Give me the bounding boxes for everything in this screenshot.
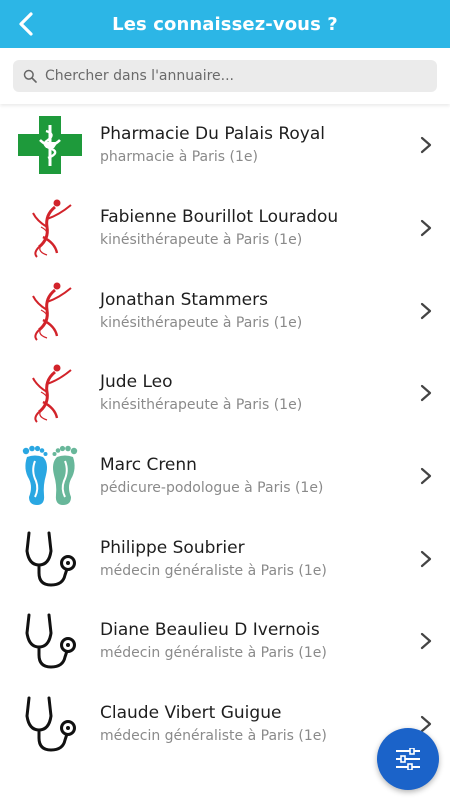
search-bar: [0, 48, 450, 104]
item-subtitle: kinésithérapeute à Paris (1e): [100, 232, 303, 249]
item-subtitle: médecin généraliste à Paris (1e): [100, 645, 327, 662]
directory-list: Pharmacie Du Palais Royal pharmacie à Pa…: [0, 104, 450, 766]
feet-icon: [18, 444, 82, 508]
app-header: Les connaissez-vous ?: [0, 0, 450, 48]
filter-button[interactable]: [377, 728, 439, 790]
item-subtitle: pharmacie à Paris (1e): [100, 149, 258, 166]
item-subtitle: kinésithérapeute à Paris (1e): [100, 314, 303, 331]
list-item[interactable]: Fabienne Bourillot Louradou kinésithérap…: [0, 187, 450, 270]
item-name: Jonathan Stammers: [100, 289, 268, 310]
pharmacy-cross-icon: [18, 113, 82, 177]
list-item[interactable]: Philippe Soubrier médecin généraliste à …: [0, 517, 450, 600]
filter-sliders-icon: [396, 748, 420, 770]
stethoscope-icon: [18, 692, 82, 756]
chevron-right-icon: [420, 219, 432, 237]
item-name: Marc Crenn: [100, 455, 197, 476]
item-name: Jude Leo: [100, 372, 173, 393]
chevron-right-icon: [420, 467, 432, 485]
physio-figure-icon: [18, 279, 82, 343]
chevron-right-icon: [420, 385, 432, 402]
back-button[interactable]: [8, 6, 44, 42]
chevron-right-icon: [420, 302, 432, 319]
item-subtitle: médecin généraliste à Paris (1e): [100, 728, 327, 745]
item-subtitle: médecin généraliste à Paris (1e): [100, 562, 327, 579]
item-name: Diane Beaulieu D Ivernois: [100, 620, 320, 641]
page-title: Les connaissez-vous ?: [112, 13, 338, 35]
list-item[interactable]: Jonathan Stammers kinésithérapeute à Par…: [0, 269, 450, 352]
item-name: Claude Vibert Guigue: [100, 703, 282, 724]
stethoscope-icon: [18, 609, 82, 673]
physio-figure-icon: [18, 361, 82, 425]
list-item[interactable]: Pharmacie Du Palais Royal pharmacie à Pa…: [0, 104, 450, 187]
item-name: Pharmacie Du Palais Royal: [100, 124, 325, 145]
search-box[interactable]: [13, 60, 437, 92]
chevron-right-icon: [420, 633, 432, 650]
search-input[interactable]: [45, 68, 425, 84]
list-item[interactable]: Jude Leo kinésithérapeute à Paris (1e): [0, 352, 450, 435]
physio-figure-icon: [18, 196, 82, 260]
stethoscope-icon: [18, 527, 82, 591]
item-subtitle: pédicure-podologue à Paris (1e): [100, 480, 324, 497]
item-name: Fabienne Bourillot Louradou: [100, 207, 339, 228]
item-name: Philippe Soubrier: [100, 537, 245, 558]
search-icon: [23, 69, 37, 83]
list-item[interactable]: Marc Crenn pédicure-podologue à Paris (1…: [0, 435, 450, 518]
chevron-right-icon: [420, 550, 432, 567]
item-subtitle: kinésithérapeute à Paris (1e): [100, 397, 303, 414]
list-item[interactable]: Diane Beaulieu D Ivernois médecin généra…: [0, 600, 450, 683]
chevron-right-icon: [420, 137, 432, 154]
chevron-left-icon: [19, 12, 33, 36]
